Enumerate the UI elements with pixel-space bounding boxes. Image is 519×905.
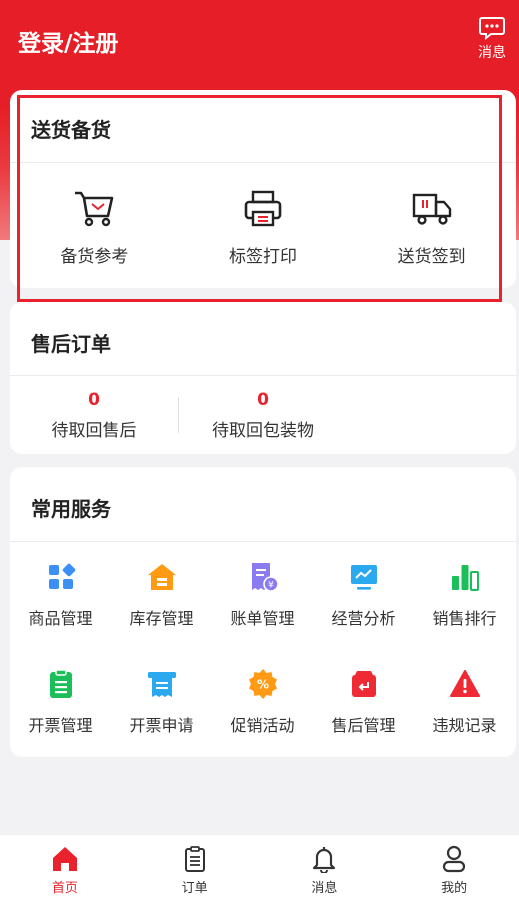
- service-promotion[interactable]: % 促销活动: [212, 668, 313, 775]
- divider: [10, 162, 516, 163]
- pending-packaging-stat[interactable]: 0 待取回包装物: [179, 390, 347, 441]
- tab-messages[interactable]: 消息: [260, 835, 390, 905]
- delivery-checkin-label: 送货签到: [397, 247, 466, 267]
- delivery-card: 送货备货 备货参考 标签打印 送货签到: [10, 90, 516, 288]
- service-label: 售后管理: [331, 716, 396, 735]
- tab-orders[interactable]: 订单: [130, 835, 260, 905]
- stat-label: 待取回售后: [51, 421, 137, 441]
- service-invoice-application[interactable]: 开票申请: [111, 668, 212, 775]
- service-label: 销售排行: [432, 609, 497, 628]
- aftersale-card: 售后订单 0 待取回售后 0 待取回包装物: [10, 302, 516, 454]
- service-label: 库存管理: [129, 609, 194, 628]
- cart-icon: [75, 191, 114, 227]
- tab-label: 消息: [311, 881, 338, 896]
- service-label: 违规记录: [432, 716, 497, 735]
- tab-label: 订单: [181, 881, 208, 896]
- bottom-tabbar: 首页 订单 消息 我的: [0, 835, 519, 905]
- divider: [10, 541, 516, 542]
- service-business-analysis[interactable]: 经营分析: [313, 561, 414, 668]
- service-invoice-management[interactable]: 开票管理: [10, 668, 111, 775]
- analysis-icon: [350, 565, 377, 590]
- printer-icon: [244, 190, 282, 227]
- stat-label: 待取回包装物: [212, 421, 314, 441]
- ranking-icon: [451, 565, 479, 591]
- service-bill-management[interactable]: ¥ 账单管理: [212, 561, 313, 668]
- service-inventory-management[interactable]: 库存管理: [111, 561, 212, 668]
- tab-label: 首页: [51, 881, 78, 896]
- tab-label: 我的: [441, 881, 468, 896]
- service-sales-ranking[interactable]: 销售排行: [414, 561, 515, 668]
- services-title: 常用服务: [31, 497, 111, 521]
- label-print-button[interactable]: 标签打印: [179, 190, 348, 267]
- invoice-icon: [49, 669, 72, 698]
- bell-icon: [313, 847, 336, 873]
- bill-icon: ¥: [251, 563, 279, 592]
- promotion-icon: %: [248, 669, 277, 699]
- order-icon: [184, 846, 205, 872]
- service-goods-management[interactable]: 商品管理: [10, 561, 111, 668]
- user-icon: [443, 845, 466, 873]
- login-register-link[interactable]: 登录/注册: [18, 24, 118, 58]
- svg-text:¥: ¥: [268, 581, 274, 591]
- message-button[interactable]: 消息: [475, 16, 509, 64]
- aftersale-icon: [351, 671, 376, 697]
- home-icon: [52, 847, 77, 871]
- services-card: 常用服务 商品管理 库存管理 ¥ 账单管理 经营分析 销售排行 开票管理 开票申…: [10, 467, 516, 757]
- delivery-title: 送货备货: [31, 118, 111, 142]
- tab-home[interactable]: 首页: [0, 835, 130, 905]
- service-label: 开票申请: [129, 716, 194, 735]
- svg-text:%: %: [256, 678, 268, 692]
- service-label: 账单管理: [230, 609, 295, 628]
- divider: [10, 375, 516, 376]
- chat-icon: [479, 17, 505, 40]
- aftersale-title: 售后订单: [31, 332, 111, 356]
- delivery-checkin-button[interactable]: 送货签到: [347, 190, 516, 267]
- tab-mine[interactable]: 我的: [389, 835, 519, 905]
- service-violation-records[interactable]: 违规记录: [414, 668, 515, 775]
- goods-icon: [48, 563, 75, 589]
- stock-reference-label: 备货参考: [60, 247, 129, 267]
- warehouse-icon: [147, 564, 176, 590]
- service-aftersale-management[interactable]: 售后管理: [313, 668, 414, 775]
- stat-value: 0: [88, 390, 100, 410]
- service-label: 促销活动: [230, 716, 295, 735]
- truck-icon: [412, 193, 451, 225]
- pending-aftersale-stat[interactable]: 0 待取回售后: [10, 390, 178, 441]
- invoice-apply-icon: [147, 672, 176, 697]
- stat-value: 0: [257, 390, 269, 410]
- stock-reference-button[interactable]: 备货参考: [10, 190, 179, 267]
- label-print-label: 标签打印: [229, 247, 297, 267]
- service-label: 开票管理: [28, 716, 93, 735]
- service-label: 经营分析: [331, 609, 396, 628]
- warning-icon: [449, 670, 480, 697]
- service-label: 商品管理: [28, 609, 93, 628]
- message-label: 消息: [478, 45, 506, 61]
